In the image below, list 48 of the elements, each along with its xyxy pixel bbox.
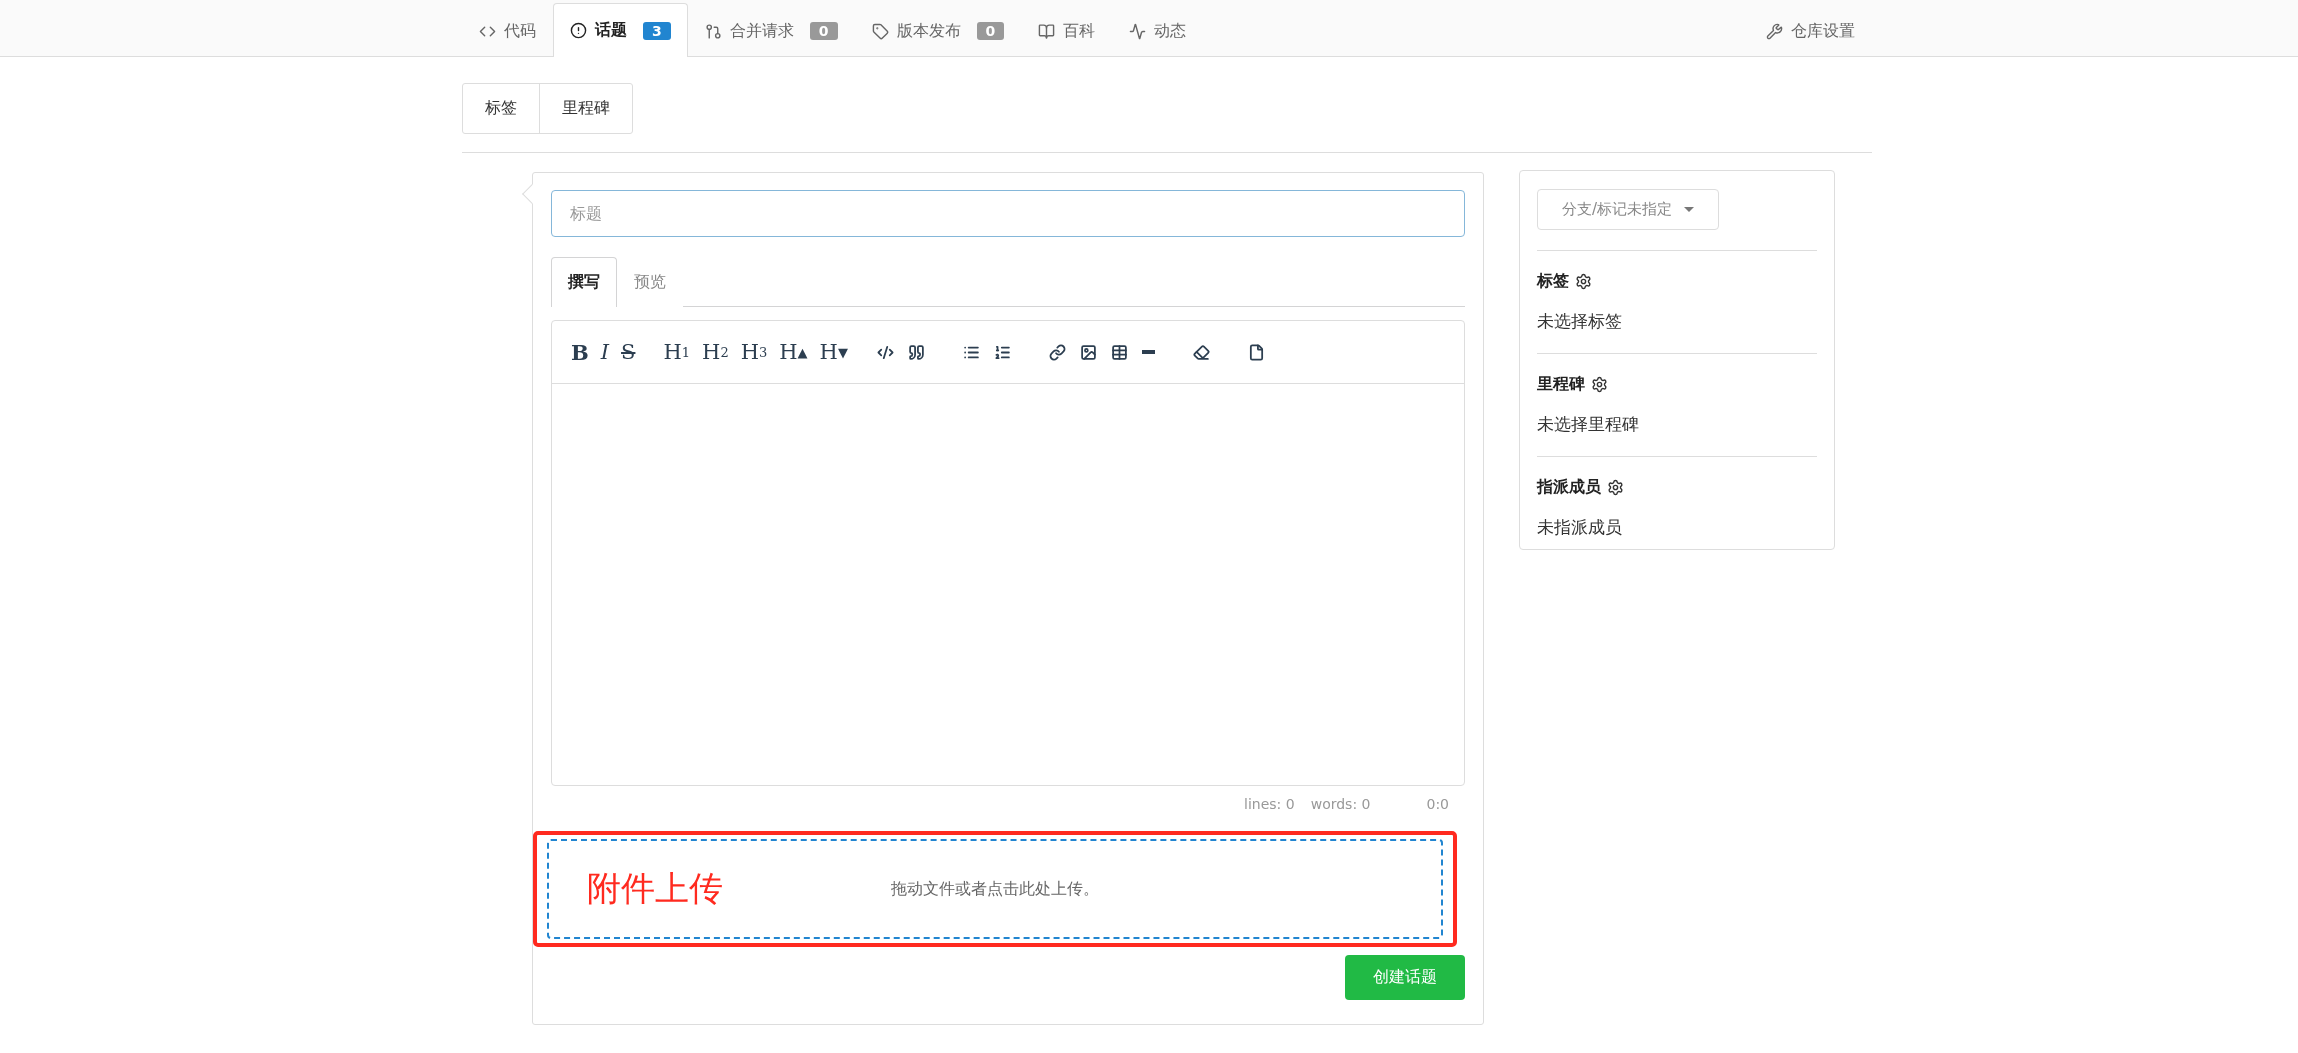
quote-icon	[907, 343, 925, 361]
format-button[interactable]: S	[616, 336, 641, 368]
section-title: 标签	[1537, 271, 1569, 292]
word-count: words: 0	[1310, 796, 1371, 812]
line-count: lines: 0	[1244, 796, 1295, 812]
eraser-icon	[1192, 343, 1210, 361]
nav-tab[interactable]: 版本发布 0	[854, 4, 1022, 57]
nav-tab[interactable]: 百科	[1021, 4, 1113, 57]
subnav-button[interactable]: 里程碑	[539, 84, 632, 133]
table-icon	[1110, 343, 1128, 361]
editor-tab[interactable]: 撰写	[551, 257, 617, 307]
dropzone-hint: 拖动文件或者点击此处上传。	[891, 878, 1099, 900]
settings-icon[interactable]	[1607, 479, 1624, 496]
nav-tab-icon	[871, 22, 889, 40]
link-icon	[1048, 343, 1066, 361]
nav-tab[interactable]: 合并请求 0	[687, 4, 855, 57]
count-badge: 0	[976, 22, 1005, 40]
nav-tab-icon	[704, 22, 722, 40]
nav-tab[interactable]: 话题 3	[553, 3, 688, 57]
settings-icon[interactable]	[1591, 376, 1608, 393]
wrench-icon	[1766, 22, 1783, 40]
section-value: 未选择里程碑	[1537, 413, 1640, 436]
settings-tab[interactable]: 仓库设置	[1749, 4, 1872, 57]
nav-tab[interactable]: 动态	[1112, 4, 1204, 57]
count-badge: 0	[809, 22, 838, 40]
count-badge: 3	[643, 21, 671, 40]
branch-dropdown[interactable]: 分支/标记未指定	[1537, 189, 1720, 230]
file-icon	[1247, 343, 1265, 361]
section-title: 指派成员	[1537, 477, 1601, 498]
section-value: 未指派成员	[1537, 516, 1623, 539]
image-icon	[1079, 343, 1097, 361]
section-value: 未选择标签	[1537, 310, 1623, 333]
cursor-position: 0:0	[1426, 796, 1449, 812]
nav-tab-icon	[1038, 22, 1056, 40]
annotation-label: 附件上传	[587, 867, 724, 910]
format-button[interactable]: B	[566, 336, 594, 368]
format-button[interactable]: I	[595, 336, 615, 368]
upload-dropzone[interactable]: 附件上传 拖动文件或者点击此处上传。	[547, 839, 1443, 939]
nav-tab-icon	[1129, 22, 1147, 40]
nav-tab[interactable]: 代码	[462, 4, 553, 57]
nav-tab-icon	[570, 22, 587, 39]
section-title: 里程碑	[1537, 374, 1585, 395]
numbered-list-icon	[993, 343, 1011, 361]
subnav-button[interactable]: 标签	[463, 84, 539, 133]
settings-icon[interactable]	[1575, 273, 1592, 290]
title-input[interactable]: 标题	[551, 190, 1465, 237]
caret-icon	[1684, 207, 1695, 212]
code-icon	[876, 343, 894, 361]
